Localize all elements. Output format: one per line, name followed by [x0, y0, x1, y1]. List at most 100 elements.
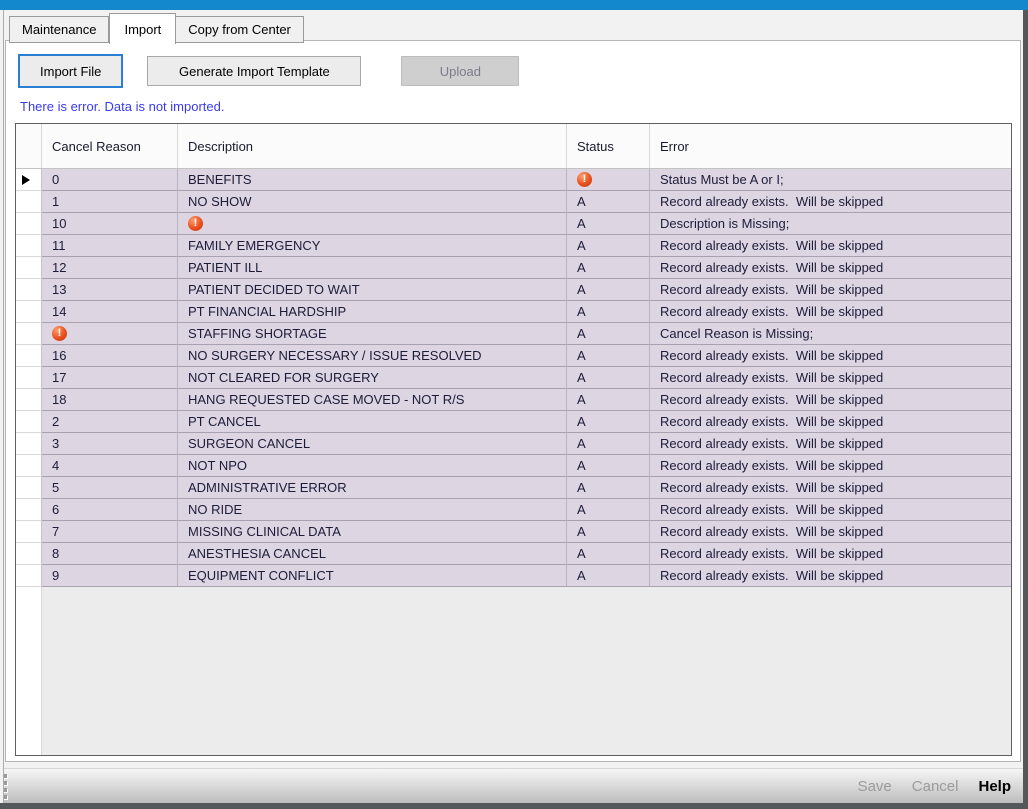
row-selector[interactable]	[16, 301, 42, 323]
cell-cancel-reason[interactable]: 18	[42, 389, 178, 411]
cell-cancel-reason[interactable]: 6	[42, 499, 178, 521]
table-row[interactable]: 2PT CANCELARecord already exists. Will b…	[16, 411, 1011, 433]
cell-description[interactable]: STAFFING SHORTAGE	[178, 323, 567, 345]
row-selector[interactable]	[16, 565, 42, 587]
cell-cancel-reason[interactable]: 17	[42, 367, 178, 389]
cell-status[interactable]: A	[567, 345, 650, 367]
cell-status[interactable]: A	[567, 433, 650, 455]
cell-cancel-reason[interactable]: 3	[42, 433, 178, 455]
cell-description[interactable]: FAMILY EMERGENCY	[178, 235, 567, 257]
table-row[interactable]: 12PATIENT ILLARecord already exists. Wil…	[16, 257, 1011, 279]
generate-import-template-button[interactable]: Generate Import Template	[147, 56, 361, 86]
row-selector[interactable]	[16, 257, 42, 279]
cell-error[interactable]: Record already exists. Will be skipped	[650, 367, 1011, 389]
cell-cancel-reason[interactable]: 13	[42, 279, 178, 301]
row-selector[interactable]	[16, 235, 42, 257]
table-row[interactable]: 17NOT CLEARED FOR SURGERYARecord already…	[16, 367, 1011, 389]
column-header-error[interactable]: Error	[650, 124, 1011, 168]
cell-error[interactable]: Record already exists. Will be skipped	[650, 235, 1011, 257]
cell-cancel-reason[interactable]: 0	[42, 169, 178, 191]
table-row[interactable]: 9EQUIPMENT CONFLICTARecord already exist…	[16, 565, 1011, 587]
row-selector[interactable]	[16, 499, 42, 521]
cell-cancel-reason[interactable]: 2	[42, 411, 178, 433]
row-selector[interactable]	[16, 477, 42, 499]
column-header-description[interactable]: Description	[178, 124, 567, 168]
table-row[interactable]: 3SURGEON CANCELARecord already exists. W…	[16, 433, 1011, 455]
cell-description[interactable]: HANG REQUESTED CASE MOVED - NOT R/S	[178, 389, 567, 411]
cell-description[interactable]: NO SURGERY NECESSARY / ISSUE RESOLVED	[178, 345, 567, 367]
cell-description[interactable]: NOT CLEARED FOR SURGERY	[178, 367, 567, 389]
table-row[interactable]: 8ANESTHESIA CANCELARecord already exists…	[16, 543, 1011, 565]
cell-cancel-reason[interactable]: 4	[42, 455, 178, 477]
cell-status[interactable]: A	[567, 521, 650, 543]
row-selector[interactable]	[16, 543, 42, 565]
row-selector[interactable]	[16, 411, 42, 433]
cell-error[interactable]: Record already exists. Will be skipped	[650, 565, 1011, 587]
tab-import[interactable]: Import	[109, 13, 176, 44]
cell-description[interactable]: MISSING CLINICAL DATA	[178, 521, 567, 543]
cell-error[interactable]: Record already exists. Will be skipped	[650, 455, 1011, 477]
help-button[interactable]: Help	[978, 778, 1011, 795]
cell-status[interactable]: A	[567, 477, 650, 499]
cell-status[interactable]: A	[567, 323, 650, 345]
table-row[interactable]: 1NO SHOWARecord already exists. Will be …	[16, 191, 1011, 213]
cell-error[interactable]: Record already exists. Will be skipped	[650, 543, 1011, 565]
cell-cancel-reason[interactable]: 16	[42, 345, 178, 367]
cell-description[interactable]: NOT NPO	[178, 455, 567, 477]
cell-error[interactable]: Record already exists. Will be skipped	[650, 301, 1011, 323]
row-selector[interactable]	[16, 389, 42, 411]
table-row[interactable]: 11FAMILY EMERGENCYARecord already exists…	[16, 235, 1011, 257]
table-row[interactable]: 7MISSING CLINICAL DATAARecord already ex…	[16, 521, 1011, 543]
cell-cancel-reason[interactable]: 8	[42, 543, 178, 565]
table-row[interactable]: 16NO SURGERY NECESSARY / ISSUE RESOLVEDA…	[16, 345, 1011, 367]
cell-cancel-reason[interactable]: 1	[42, 191, 178, 213]
cell-description[interactable]: !	[178, 213, 567, 235]
cell-description[interactable]: NO RIDE	[178, 499, 567, 521]
table-row[interactable]: 5ADMINISTRATIVE ERRORARecord already exi…	[16, 477, 1011, 499]
cell-status[interactable]: A	[567, 191, 650, 213]
cell-error[interactable]: Record already exists. Will be skipped	[650, 477, 1011, 499]
row-selector[interactable]	[16, 279, 42, 301]
row-selector[interactable]	[16, 433, 42, 455]
cell-status[interactable]: A	[567, 235, 650, 257]
table-row[interactable]: 18HANG REQUESTED CASE MOVED - NOT R/SARe…	[16, 389, 1011, 411]
cell-status[interactable]: A	[567, 411, 650, 433]
cell-cancel-reason[interactable]: 11	[42, 235, 178, 257]
cell-error[interactable]: Record already exists. Will be skipped	[650, 257, 1011, 279]
cell-description[interactable]: ANESTHESIA CANCEL	[178, 543, 567, 565]
row-selector[interactable]	[16, 345, 42, 367]
column-header-cancel-reason[interactable]: Cancel Reason	[42, 124, 178, 168]
cell-status[interactable]: A	[567, 543, 650, 565]
cell-cancel-reason[interactable]: 5	[42, 477, 178, 499]
cell-description[interactable]: PT FINANCIAL HARDSHIP	[178, 301, 567, 323]
save-button[interactable]: Save	[858, 778, 892, 795]
table-row[interactable]: 6NO RIDEARecord already exists. Will be …	[16, 499, 1011, 521]
tab-copy-from-center[interactable]: Copy from Center	[176, 16, 304, 43]
table-row[interactable]: 13PATIENT DECIDED TO WAITARecord already…	[16, 279, 1011, 301]
cell-description[interactable]: BENEFITS	[178, 169, 567, 191]
row-selector[interactable]	[16, 367, 42, 389]
table-row[interactable]: 4NOT NPOARecord already exists. Will be …	[16, 455, 1011, 477]
cell-status[interactable]: A	[567, 455, 650, 477]
cell-description[interactable]: PATIENT DECIDED TO WAIT	[178, 279, 567, 301]
row-selector[interactable]	[16, 191, 42, 213]
cell-status[interactable]: A	[567, 565, 650, 587]
row-selector[interactable]	[16, 169, 42, 191]
cell-cancel-reason[interactable]: 12	[42, 257, 178, 279]
cell-error[interactable]: Cancel Reason is Missing;	[650, 323, 1011, 345]
cell-error[interactable]: Status Must be A or I;	[650, 169, 1011, 191]
cell-cancel-reason[interactable]: 9	[42, 565, 178, 587]
row-selector[interactable]	[16, 521, 42, 543]
cell-cancel-reason[interactable]: 14	[42, 301, 178, 323]
cell-error[interactable]: Record already exists. Will be skipped	[650, 389, 1011, 411]
cell-cancel-reason[interactable]: 7	[42, 521, 178, 543]
table-row[interactable]: !STAFFING SHORTAGEACancel Reason is Miss…	[16, 323, 1011, 345]
table-row[interactable]: 14PT FINANCIAL HARDSHIPARecord already e…	[16, 301, 1011, 323]
cell-error[interactable]: Record already exists. Will be skipped	[650, 521, 1011, 543]
cell-error[interactable]: Record already exists. Will be skipped	[650, 191, 1011, 213]
cell-description[interactable]: SURGEON CANCEL	[178, 433, 567, 455]
cell-error[interactable]: Description is Missing;	[650, 213, 1011, 235]
table-row[interactable]: 0BENEFITS!Status Must be A or I;	[16, 169, 1011, 191]
cell-error[interactable]: Record already exists. Will be skipped	[650, 499, 1011, 521]
cell-status[interactable]: A	[567, 499, 650, 521]
